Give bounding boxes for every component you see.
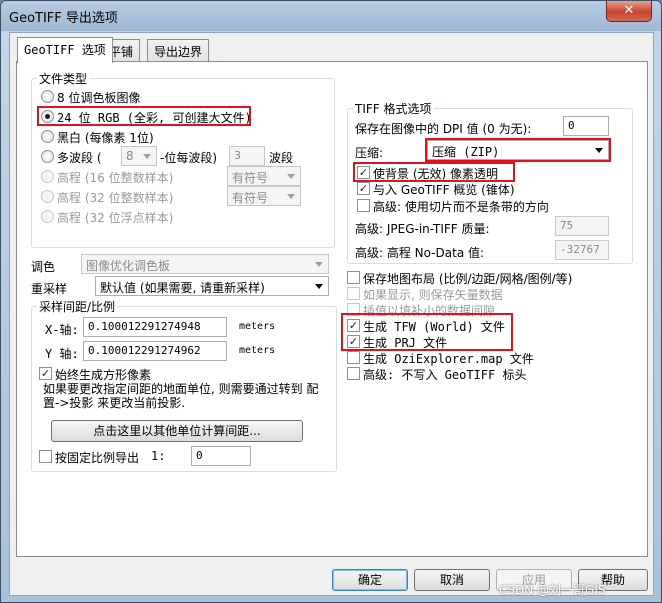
tiff-options-title: TIFF 格式选项: [353, 100, 434, 117]
jpeg-quality-label: 高级: JPEG-in-TIFF 质量:: [355, 222, 490, 236]
save-layout-checkbox[interactable]: [347, 271, 360, 284]
checkmark-icon: ✓: [348, 335, 359, 348]
nodata-input[interactable]: -32767: [555, 240, 609, 260]
ozi-map-label: 生成 OziExplorer.map 文件: [363, 352, 534, 366]
prj-checkbox[interactable]: ✓: [347, 335, 360, 348]
fixed-scale-input[interactable]: 0: [191, 446, 251, 466]
radio-elev-32int-label: 高程 (32 位整数样本): [57, 191, 174, 205]
radio-black-white[interactable]: [41, 130, 54, 143]
radio-multiband-label: 多波段 (: [57, 151, 102, 165]
transparent-bg-label: 使背景 (无效) 像素透明: [373, 167, 498, 181]
dialog-window: GeoTIFF 导出选项 ✕ GeoTIFF 选项 平铺 导出边界 文件类型 8…: [0, 0, 662, 603]
close-button[interactable]: ✕: [606, 1, 652, 22]
sampling-title: 采样间距/比例: [37, 298, 118, 315]
checkmark-icon: ✓: [358, 166, 369, 179]
y-unit-label: meters: [239, 345, 276, 356]
radio-elev-32float-label: 高程 (32 位浮点样本): [57, 211, 174, 225]
radio-elev-32int[interactable]: [41, 190, 54, 203]
cancel-button[interactable]: 取消: [414, 569, 490, 591]
y-axis-label: Y 轴:: [45, 347, 79, 361]
checkmark-icon: ✓: [40, 367, 51, 380]
dpi-label: 保存在图像中的 DPI 值 (0 为无):: [355, 122, 532, 136]
close-icon: ✕: [623, 3, 635, 18]
radio-elev-32float[interactable]: [41, 210, 54, 223]
sign-select-16[interactable]: 有符号: [227, 166, 301, 186]
radio-black-white-label: 黑白 (每像素 1位): [57, 131, 154, 145]
x-spacing-input[interactable]: 0.100012291274948: [83, 317, 227, 337]
advanced-tiles-checkbox[interactable]: [357, 199, 370, 212]
chevron-down-icon: [315, 284, 323, 289]
chevron-down-icon: [143, 154, 151, 159]
x-unit-label: meters: [239, 321, 276, 332]
watermark: CSDN @刘一哥GIS: [499, 583, 606, 597]
nodata-label: 高级: 高程 No-Data 值:: [355, 246, 485, 260]
radio-24bit-rgb-label: 24 位 RGB (全彩, 可创建大文件): [57, 111, 252, 125]
tab-export-bounds[interactable]: 导出边界: [147, 39, 210, 61]
chevron-down-icon: [287, 194, 295, 199]
interpolate-checkbox[interactable]: [347, 303, 360, 316]
fixed-scale-prefix: 1:: [151, 449, 166, 463]
palette-select[interactable]: 图像优化调色板: [81, 254, 329, 274]
transparent-bg-checkbox[interactable]: ✓: [357, 166, 370, 179]
resample-select[interactable]: 默认值 (如果需要, 请重新采样): [95, 276, 329, 296]
fixed-scale-label: 按固定比例导出: [55, 451, 140, 465]
tab-panel: 文件类型 8 位调色板图像 24 位 RGB (全彩, 可创建大文件) 黑白 (…: [16, 61, 648, 557]
sampling-note: 如果要更改指定间距的地面单位, 则需要通过转到 配置->投影 来更改当前投影.: [43, 382, 319, 410]
dpi-input[interactable]: 0: [563, 116, 609, 136]
ozi-map-checkbox[interactable]: [347, 351, 360, 364]
radio-elev-16int-label: 高程 (16 位整数样本): [57, 171, 174, 185]
jpeg-quality-input[interactable]: 75: [555, 216, 609, 236]
tab-geotiff-options[interactable]: GeoTIFF 选项: [17, 37, 113, 63]
chevron-down-icon: [595, 148, 603, 153]
geotiff-overview-checkbox[interactable]: ✓: [357, 182, 370, 195]
prj-label: 生成 PRJ 文件: [363, 336, 448, 350]
compression-label: 压缩:: [355, 146, 384, 160]
calc-spacing-button[interactable]: 点击这里以其他单位计算间距...: [51, 420, 303, 442]
file-type-title: 文件类型: [37, 70, 90, 87]
radio-elev-16int[interactable]: [41, 170, 54, 183]
save-vector-checkbox[interactable]: [347, 287, 360, 300]
tfw-checkbox[interactable]: ✓: [347, 319, 360, 332]
ok-button[interactable]: 确定: [332, 569, 408, 591]
y-spacing-input[interactable]: 0.100012291274962: [83, 341, 227, 361]
dialog-client-area: GeoTIFF 选项 平铺 导出边界 文件类型 8 位调色板图像 24 位 RG…: [9, 32, 654, 596]
geotiff-overview-label: 与入 GeoTIFF 概览 (锥体): [373, 183, 515, 197]
radio-24bit-rgb[interactable]: [41, 110, 54, 123]
interpolate-label: 插值以填补小的数据间隙: [363, 304, 496, 318]
checkmark-icon: ✓: [358, 182, 369, 195]
save-vector-label: 如果显示, 则保存矢量数据: [363, 288, 503, 302]
x-axis-label: X-轴:: [45, 323, 79, 337]
save-layout-label: 保存地图布局 (比例/边距/网格/图例/等): [363, 272, 573, 286]
square-pixels-label: 始终生成方形像素: [55, 368, 152, 382]
multiband-bits-label: -位每波段): [160, 151, 218, 165]
title-bar[interactable]: GeoTIFF 导出选项 ✕: [1, 1, 661, 31]
sign-select-32[interactable]: 有符号: [227, 186, 301, 206]
compression-select[interactable]: 压缩 (ZIP): [427, 140, 609, 160]
window-title: GeoTIFF 导出选项: [9, 11, 118, 26]
fixed-scale-checkbox[interactable]: [39, 450, 52, 463]
radio-8bit-palette[interactable]: [41, 90, 54, 103]
chevron-down-icon: [287, 174, 295, 179]
palette-label: 调色: [31, 260, 56, 274]
checkmark-icon: ✓: [348, 319, 359, 332]
no-geotiff-header-label: 高级: 不写入 GeoTIFF 标头: [363, 368, 527, 382]
radio-8bit-palette-label: 8 位调色板图像: [57, 91, 141, 105]
multiband-bits-select[interactable]: 8: [121, 146, 157, 166]
advanced-tiles-label: 高级: 使用切片而不是条带的方向: [373, 200, 549, 214]
no-geotiff-header-checkbox[interactable]: [347, 367, 360, 380]
square-pixels-checkbox[interactable]: ✓: [39, 367, 52, 380]
chevron-down-icon: [315, 262, 323, 267]
tfw-label: 生成 TFW (World) 文件: [363, 320, 505, 334]
multiband-count-label: 波段: [269, 151, 294, 165]
multiband-count-spinner[interactable]: 3: [229, 146, 265, 166]
resample-label: 重采样: [31, 282, 68, 296]
radio-multiband[interactable]: [41, 150, 54, 163]
